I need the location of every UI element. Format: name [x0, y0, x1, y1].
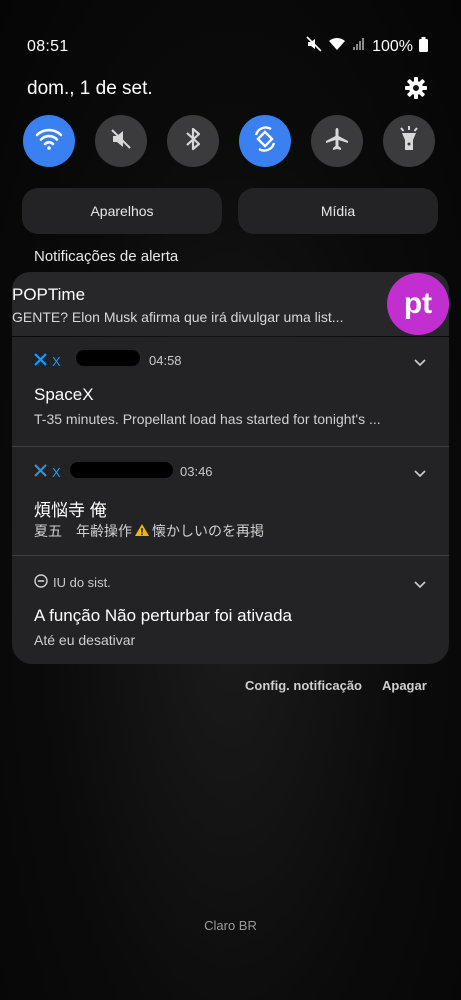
- rotate-icon: [251, 125, 279, 158]
- alert-notifications-heading: Notificações de alerta: [34, 248, 179, 265]
- battery-percent: 100%: [372, 37, 413, 55]
- notification-settings-button[interactable]: Config. notificação: [245, 678, 362, 693]
- gear-icon[interactable]: [404, 76, 428, 100]
- media-button[interactable]: Mídia: [238, 188, 438, 234]
- status-icons: 100%: [306, 36, 428, 57]
- wifi-toggle[interactable]: [23, 115, 75, 167]
- mute-icon: [108, 126, 134, 157]
- bluetooth-toggle[interactable]: [167, 115, 219, 167]
- devices-button[interactable]: Aparelhos: [22, 188, 222, 234]
- flashlight-icon: [397, 125, 421, 158]
- notification-body: GENTE? Elon Musk afirma que irá divulgar…: [12, 309, 344, 325]
- wifi-icon: [35, 127, 63, 156]
- x-notification-spacex[interactable]: [12, 337, 449, 446]
- panel-date: dom., 1 de set.: [27, 78, 153, 99]
- sound-toggle[interactable]: [95, 115, 147, 167]
- bluetooth-icon: [182, 126, 204, 157]
- battery-icon: [419, 36, 428, 57]
- auto-rotate-toggle[interactable]: [239, 115, 291, 167]
- clear-all-button[interactable]: Apagar: [382, 678, 427, 693]
- wifi-signal-icon: [328, 37, 346, 56]
- cell-signal-icon: [352, 37, 366, 56]
- airplane-toggle[interactable]: [311, 115, 363, 167]
- x-notification-2[interactable]: [12, 447, 449, 555]
- app-avatar: pt: [387, 273, 449, 335]
- notification-title: POPTime: [12, 285, 86, 304]
- system-notification-dnd[interactable]: [12, 556, 449, 664]
- airplane-icon: [324, 126, 350, 157]
- status-clock: 08:51: [27, 38, 69, 55]
- mute-icon: [306, 36, 322, 57]
- flashlight-toggle[interactable]: [383, 115, 435, 167]
- carrier-label: Claro BR: [204, 918, 257, 933]
